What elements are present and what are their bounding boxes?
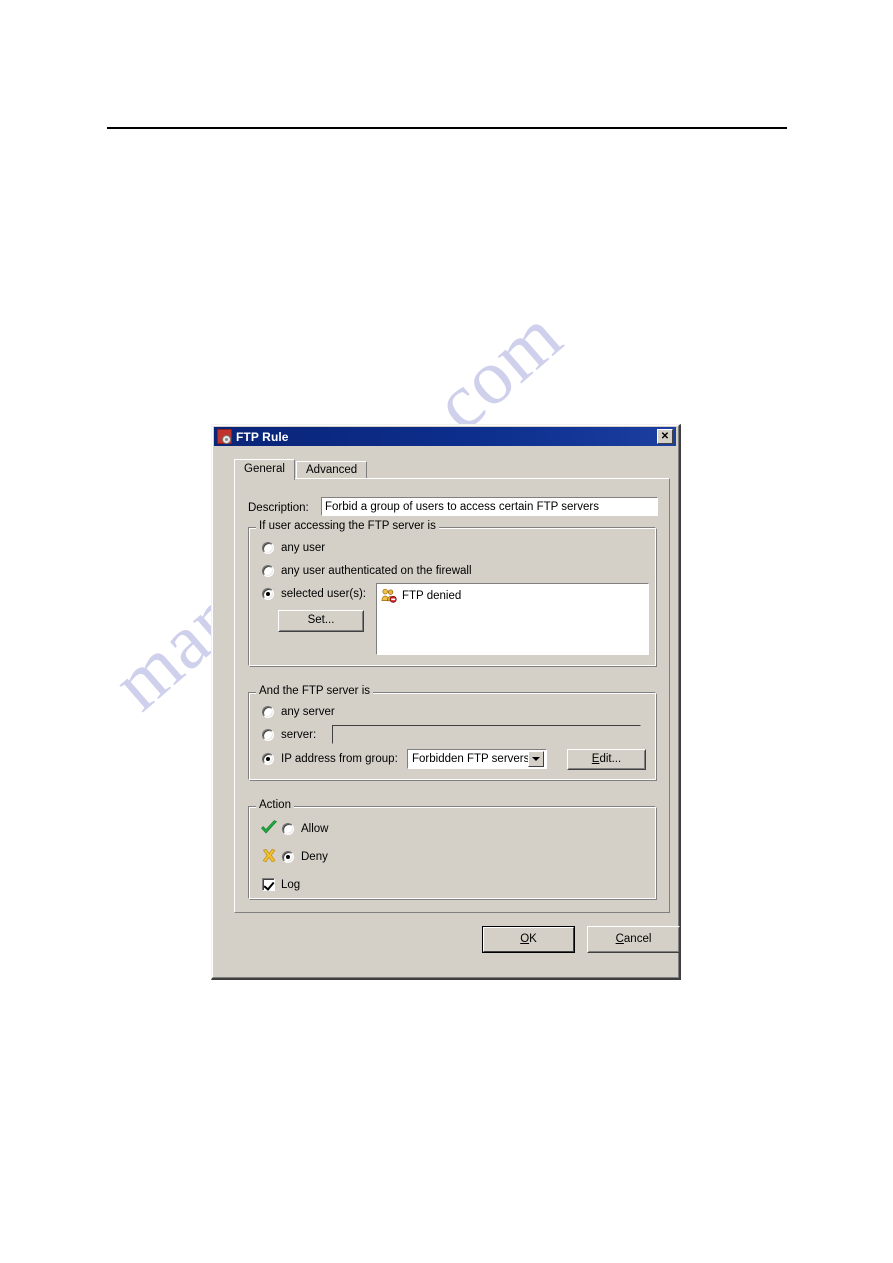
log-checkbox[interactable]: Log — [262, 878, 300, 891]
radio-any-server-dot — [262, 706, 274, 718]
server-input[interactable] — [332, 725, 641, 744]
radio-selected-users-label: selected user(s): — [281, 588, 367, 600]
radio-allow[interactable]: Allow — [282, 823, 328, 835]
action-title: Action — [256, 799, 294, 812]
cancel-button[interactable]: Cancel — [587, 926, 680, 953]
page-horizontal-rule — [107, 127, 787, 129]
radio-any-user-authenticated-dot — [262, 565, 274, 577]
ok-button-label: OK — [520, 932, 537, 945]
radio-ip-address-from-group-label: IP address from group: — [281, 753, 398, 765]
ftp-rule-dialog: FTP Rule ✕ General Advanced Description:… — [211, 424, 681, 980]
radio-selected-users[interactable]: selected user(s): — [262, 588, 366, 600]
user-condition-title: If user accessing the FTP server is — [256, 520, 439, 533]
radio-server-dot — [262, 729, 274, 741]
dialog-title: FTP Rule — [236, 429, 289, 444]
dialog-titlebar[interactable]: FTP Rule ✕ — [214, 427, 676, 446]
radio-any-user-authenticated[interactable]: any user authenticated on the firewall — [262, 565, 472, 577]
radio-deny-label: Deny — [301, 851, 328, 863]
tab-advanced-label: Advanced — [306, 463, 358, 476]
selected-users-listbox[interactable]: FTP denied — [376, 583, 649, 655]
radio-ip-address-from-group-dot — [262, 753, 274, 765]
tab-page-general: Description: Forbid a group of users to … — [234, 478, 670, 913]
radio-selected-users-dot — [262, 588, 274, 600]
radio-any-server[interactable]: any server — [262, 706, 335, 718]
user-condition-groupbox: If user accessing the FTP server is any … — [248, 520, 657, 667]
radio-deny-dot — [282, 851, 294, 863]
list-item-label: FTP denied — [402, 589, 462, 602]
set-users-button[interactable]: Set... — [278, 610, 364, 632]
user-group-denied-icon — [381, 588, 397, 603]
radio-ip-address-from-group[interactable]: IP address from group: — [262, 753, 398, 765]
tab-general-label: General — [244, 463, 285, 476]
radio-allow-dot — [282, 823, 294, 835]
radio-any-user-label: any user — [281, 542, 326, 554]
close-icon[interactable]: ✕ — [657, 429, 673, 444]
tab-general[interactable]: General — [234, 459, 295, 480]
action-groupbox: Action Allow Deny Log — [248, 799, 657, 900]
green-check-icon — [260, 820, 278, 836]
edit-ip-group-button[interactable]: Edit... — [567, 749, 646, 770]
ok-button[interactable]: OK — [482, 926, 575, 953]
list-item[interactable]: FTP denied — [381, 588, 461, 603]
ip-group-select-value: Forbidden FTP servers — [412, 753, 528, 765]
radio-any-server-label: any server — [281, 706, 335, 718]
ftp-rule-icon — [217, 429, 232, 444]
radio-any-user-dot — [262, 542, 274, 554]
radio-any-user[interactable]: any user — [262, 542, 325, 554]
set-users-button-label: Set... — [307, 614, 335, 627]
description-label: Description: — [248, 502, 309, 514]
log-checkbox-box — [262, 878, 275, 891]
cancel-button-label: Cancel — [615, 932, 652, 945]
yellow-x-icon — [261, 848, 279, 864]
radio-allow-label: Allow — [301, 823, 329, 835]
radio-server-label: server: — [281, 729, 317, 741]
tabstrip: General Advanced — [234, 459, 670, 480]
radio-any-user-authenticated-label: any user authenticated on the firewall — [281, 565, 472, 577]
radio-server[interactable]: server: — [262, 729, 316, 741]
server-condition-groupbox: And the FTP server is any server server:… — [248, 685, 657, 781]
server-condition-title: And the FTP server is — [256, 685, 373, 698]
log-checkbox-label: Log — [281, 878, 301, 891]
edit-ip-group-button-label: Edit... — [591, 752, 622, 765]
tab-advanced[interactable]: Advanced — [296, 461, 368, 479]
radio-deny[interactable]: Deny — [282, 851, 328, 863]
chevron-down-icon[interactable] — [528, 751, 544, 767]
description-input[interactable]: Forbid a group of users to access certai… — [321, 497, 658, 516]
ip-group-select[interactable]: Forbidden FTP servers — [407, 749, 547, 769]
